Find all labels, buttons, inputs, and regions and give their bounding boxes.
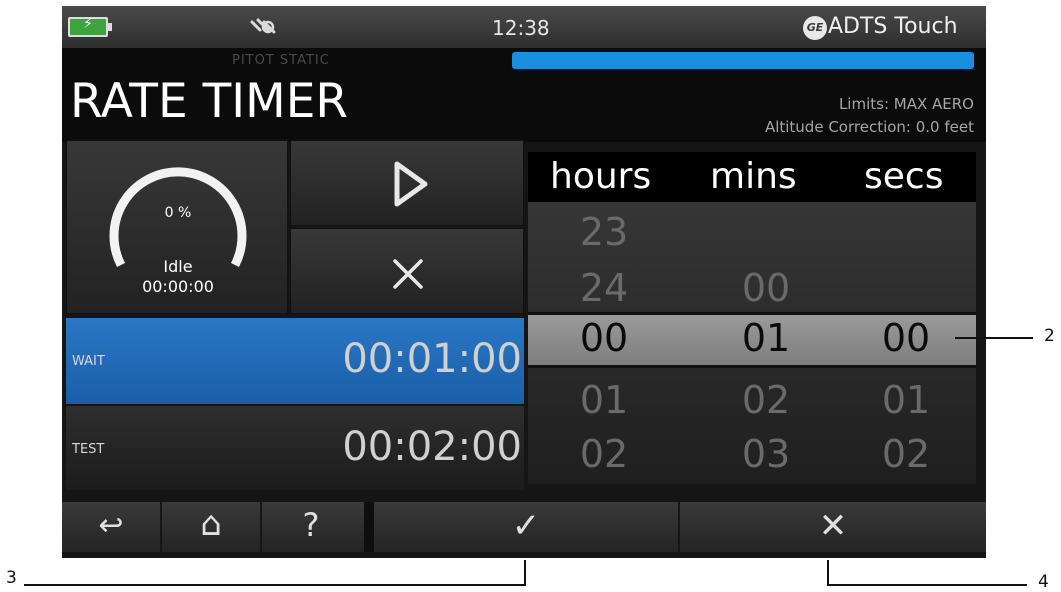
altitude-correction-label: Altitude Correction: 0.0 feet bbox=[764, 118, 974, 136]
gauge-elapsed-time: 00:00:00 bbox=[142, 277, 214, 296]
mins-selected[interactable]: 01 bbox=[706, 316, 826, 360]
limits-label: Limits: MAX AERO bbox=[838, 95, 974, 113]
battery-charging-icon: ⚡ bbox=[68, 16, 108, 37]
mins-header: mins bbox=[710, 156, 797, 197]
wait-timer-row[interactable]: WAIT 00:01:00 bbox=[66, 318, 524, 404]
timer-gauge-panel: 0 % Idle 00:00:00 bbox=[66, 140, 288, 314]
close-icon bbox=[393, 259, 423, 289]
callout-line-3 bbox=[24, 584, 526, 586]
test-timer-row[interactable]: TEST 00:02:00 bbox=[66, 406, 524, 490]
status-bar: ⚡ 12:38 GE ADTS Touch bbox=[62, 6, 986, 48]
callout-line-2 bbox=[955, 337, 1033, 339]
callout-2: 2 bbox=[1044, 326, 1055, 346]
callout-line-4 bbox=[827, 584, 1027, 586]
confirm-button[interactable]: ✓ bbox=[374, 506, 678, 546]
gauge-state: Idle bbox=[163, 257, 193, 276]
hours-option[interactable]: 02 bbox=[544, 432, 664, 476]
callout-line-3 bbox=[524, 560, 526, 586]
page-title: RATE TIMER bbox=[70, 74, 349, 129]
test-value: 00:02:00 bbox=[342, 424, 522, 470]
hours-header: hours bbox=[550, 156, 652, 197]
test-label: TEST bbox=[72, 442, 105, 457]
gauge-percent: 0 % bbox=[164, 205, 192, 221]
hours-option[interactable]: 24 bbox=[544, 266, 664, 310]
secs-header: secs bbox=[864, 156, 944, 197]
progress-bar bbox=[512, 52, 974, 69]
disconnected-link-icon bbox=[250, 18, 276, 34]
mode-subtitle: PITOT STATIC bbox=[232, 53, 330, 68]
secs-option[interactable]: 02 bbox=[846, 432, 966, 476]
hours-option[interactable]: 23 bbox=[544, 210, 664, 254]
callout-4: 4 bbox=[1038, 572, 1049, 592]
secs-option[interactable]: 01 bbox=[846, 378, 966, 422]
device-screen: ⚡ 12:38 GE ADTS Touch PITOT STATIC RATE … bbox=[62, 6, 986, 558]
callout-3: 3 bbox=[6, 568, 17, 588]
mins-option[interactable]: 00 bbox=[706, 266, 826, 310]
start-button[interactable] bbox=[290, 140, 524, 226]
hours-option[interactable]: 01 bbox=[544, 378, 664, 422]
wait-label: WAIT bbox=[72, 354, 105, 369]
mins-option[interactable]: 03 bbox=[706, 432, 826, 476]
device-name: ADTS Touch bbox=[828, 14, 958, 39]
bottom-toolbar: ↩ ⌂ ? ✓ ✕ bbox=[62, 502, 986, 552]
time-picker[interactable]: hours mins secs 23 24 00 01 02 00 01 02 … bbox=[528, 152, 976, 484]
page-header: PITOT STATIC RATE TIMER Limits: MAX AERO… bbox=[62, 48, 986, 142]
toolbar-divider bbox=[364, 502, 374, 552]
mins-option[interactable]: 02 bbox=[706, 378, 826, 422]
callout-line-4 bbox=[827, 560, 829, 586]
cancel-button[interactable]: ✕ bbox=[680, 506, 986, 546]
secs-selected[interactable]: 00 bbox=[846, 316, 966, 360]
help-icon[interactable]: ? bbox=[262, 506, 360, 544]
reset-button[interactable] bbox=[290, 228, 524, 314]
picker-header: hours mins secs bbox=[528, 152, 976, 202]
battery-tip bbox=[108, 23, 112, 31]
wait-value: 00:01:00 bbox=[342, 336, 522, 382]
hours-selected[interactable]: 00 bbox=[544, 316, 664, 360]
home-icon[interactable]: ⌂ bbox=[162, 504, 260, 544]
ge-logo-icon: GE bbox=[803, 16, 827, 40]
play-icon bbox=[394, 161, 428, 207]
clock: 12:38 bbox=[492, 16, 550, 40]
back-icon[interactable]: ↩ bbox=[62, 508, 160, 543]
